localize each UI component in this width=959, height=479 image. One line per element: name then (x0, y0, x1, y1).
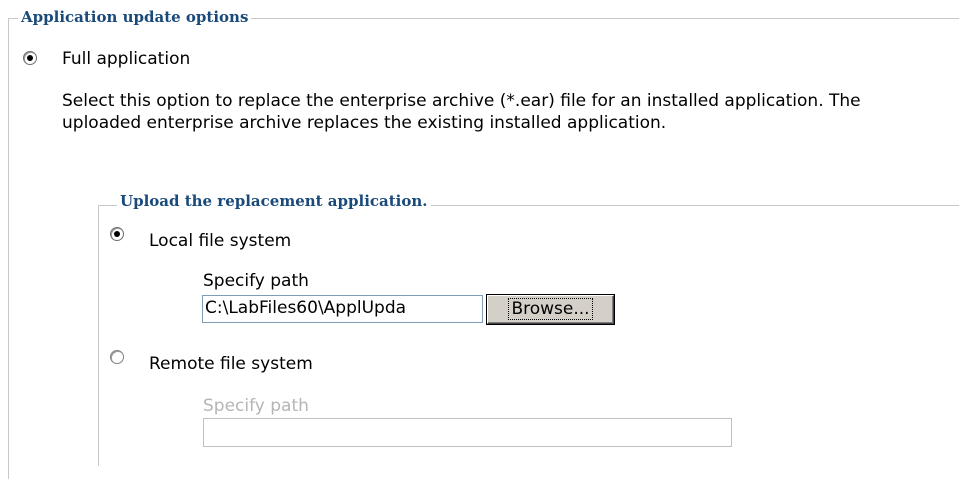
remote-path-label: Specify path (203, 396, 309, 416)
browse-button-label: Browse... (508, 298, 593, 320)
full-application-radio[interactable] (23, 51, 37, 65)
remote-path-input[interactable] (203, 418, 732, 447)
browse-button[interactable]: Browse... (487, 295, 614, 324)
full-application-description: Select this option to replace the enterp… (62, 91, 861, 133)
update-options-legend: Application update options (18, 6, 252, 28)
full-application-label[interactable]: Full application (62, 48, 190, 70)
remote-file-system-label[interactable]: Remote file system (149, 353, 313, 375)
local-path-label: Specify path (203, 271, 309, 291)
local-file-system-label[interactable]: Local file system (149, 230, 291, 252)
local-file-system-radio[interactable] (110, 227, 124, 241)
local-path-input[interactable]: C:\LabFiles60\ApplUpda (202, 295, 483, 323)
remote-file-system-radio[interactable] (110, 350, 124, 364)
upload-replacement-legend: Upload the replacement application. (117, 190, 431, 212)
